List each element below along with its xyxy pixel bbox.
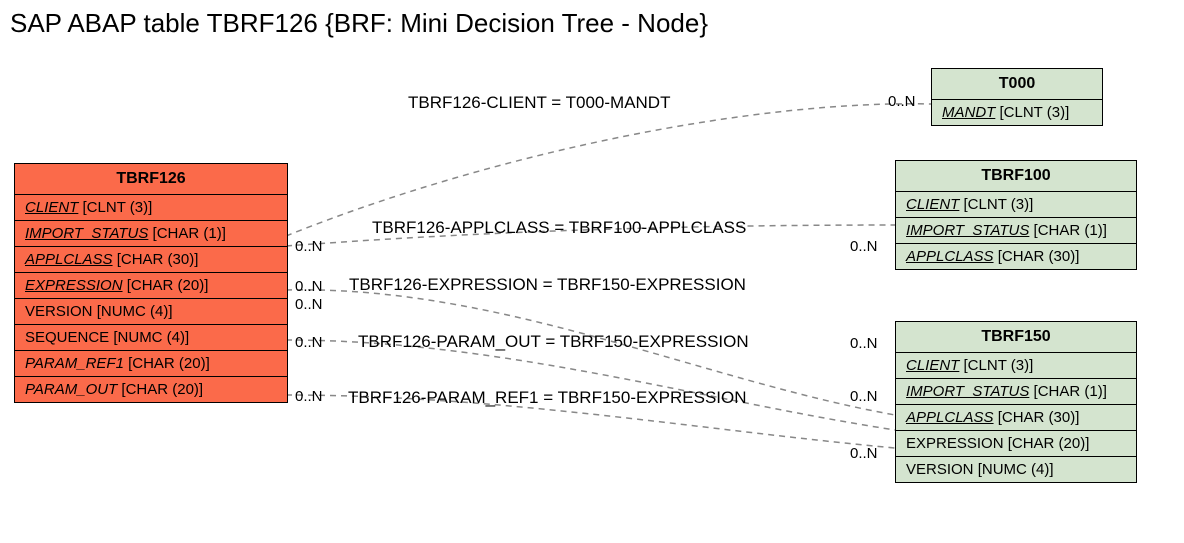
field-row: PARAM_OUT [CHAR (20)] xyxy=(15,377,287,402)
field-row: CLIENT [CLNT (3)] xyxy=(896,353,1136,379)
relation-label: TBRF126-APPLCLASS = TBRF100-APPLCLASS xyxy=(372,218,746,238)
field-row: EXPRESSION [CHAR (20)] xyxy=(896,431,1136,457)
field-row: MANDT [CLNT (3)] xyxy=(932,100,1102,125)
field-row: APPLCLASS [CHAR (30)] xyxy=(896,405,1136,431)
entity-header: TBRF150 xyxy=(896,322,1136,353)
field-row: EXPRESSION [CHAR (20)] xyxy=(15,273,287,299)
field-row: IMPORT_STATUS [CHAR (1)] xyxy=(896,379,1136,405)
field-row: CLIENT [CLNT (3)] xyxy=(896,192,1136,218)
cardinality-label: 0..N xyxy=(850,335,878,352)
cardinality-label: 0..N xyxy=(888,93,916,110)
entity-header: TBRF126 xyxy=(15,164,287,195)
relation-label: TBRF126-PARAM_OUT = TBRF150-EXPRESSION xyxy=(358,332,749,352)
cardinality-label: 0..N xyxy=(295,278,323,295)
cardinality-label: 0..N xyxy=(295,296,323,313)
diagram-canvas: SAP ABAP table TBRF126 {BRF: Mini Decisi… xyxy=(0,0,1184,543)
field-row: APPLCLASS [CHAR (30)] xyxy=(896,244,1136,269)
entity-tbrf126: TBRF126 CLIENT [CLNT (3)] IMPORT_STATUS … xyxy=(14,163,288,403)
field-row: VERSION [NUMC (4)] xyxy=(896,457,1136,482)
relation-label: TBRF126-EXPRESSION = TBRF150-EXPRESSION xyxy=(349,275,746,295)
cardinality-label: 0..N xyxy=(295,238,323,255)
cardinality-label: 0..N xyxy=(295,388,323,405)
entity-header: T000 xyxy=(932,69,1102,100)
cardinality-label: 0..N xyxy=(295,334,323,351)
relation-label: TBRF126-PARAM_REF1 = TBRF150-EXPRESSION xyxy=(348,388,747,408)
field-row: VERSION [NUMC (4)] xyxy=(15,299,287,325)
relation-label: TBRF126-CLIENT = T000-MANDT xyxy=(408,93,670,113)
entity-header: TBRF100 xyxy=(896,161,1136,192)
field-row: SEQUENCE [NUMC (4)] xyxy=(15,325,287,351)
entity-t000: T000 MANDT [CLNT (3)] xyxy=(931,68,1103,126)
field-row: PARAM_REF1 [CHAR (20)] xyxy=(15,351,287,377)
field-row: CLIENT [CLNT (3)] xyxy=(15,195,287,221)
field-row: IMPORT_STATUS [CHAR (1)] xyxy=(896,218,1136,244)
field-row: IMPORT_STATUS [CHAR (1)] xyxy=(15,221,287,247)
cardinality-label: 0..N xyxy=(850,388,878,405)
entity-tbrf150: TBRF150 CLIENT [CLNT (3)] IMPORT_STATUS … xyxy=(895,321,1137,483)
field-row: APPLCLASS [CHAR (30)] xyxy=(15,247,287,273)
diagram-title: SAP ABAP table TBRF126 {BRF: Mini Decisi… xyxy=(10,8,708,39)
cardinality-label: 0..N xyxy=(850,445,878,462)
cardinality-label: 0..N xyxy=(850,238,878,255)
entity-tbrf100: TBRF100 CLIENT [CLNT (3)] IMPORT_STATUS … xyxy=(895,160,1137,270)
